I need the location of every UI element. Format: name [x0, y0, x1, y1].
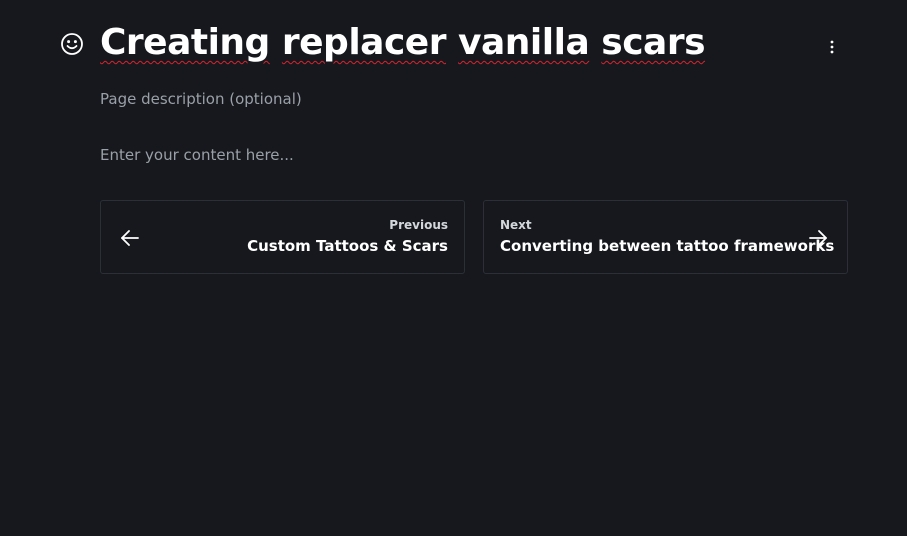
next-page-title: Converting between tattoo frameworks — [500, 237, 835, 255]
title-word: Creating — [100, 22, 270, 63]
vertical-ellipsis-icon[interactable] — [820, 36, 844, 58]
title-word: replacer — [281, 22, 447, 63]
smiley-face-icon[interactable] — [60, 32, 84, 56]
title-space — [270, 22, 282, 63]
page-title[interactable]: Creating replacer vanilla scars — [100, 16, 706, 70]
page-description-input[interactable]: Page description (optional) — [100, 89, 302, 109]
title-word: scars — [601, 22, 706, 63]
arrow-right-icon — [808, 228, 828, 248]
previous-label: Previous — [389, 218, 448, 232]
title-space — [589, 22, 601, 63]
previous-page-link[interactable]: Previous Custom Tattoos & Scars — [100, 200, 465, 274]
previous-page-title: Custom Tattoos & Scars — [247, 237, 448, 255]
arrow-left-icon — [120, 228, 140, 248]
page-content-editor[interactable]: Enter your content here... — [100, 145, 294, 165]
page-editor: Creating replacer vanilla scars Page des… — [0, 0, 907, 536]
next-page-link[interactable]: Next Converting between tattoo framework… — [483, 200, 848, 274]
title-word: vanilla — [458, 22, 590, 63]
next-label: Next — [500, 218, 532, 232]
title-space — [446, 22, 458, 63]
